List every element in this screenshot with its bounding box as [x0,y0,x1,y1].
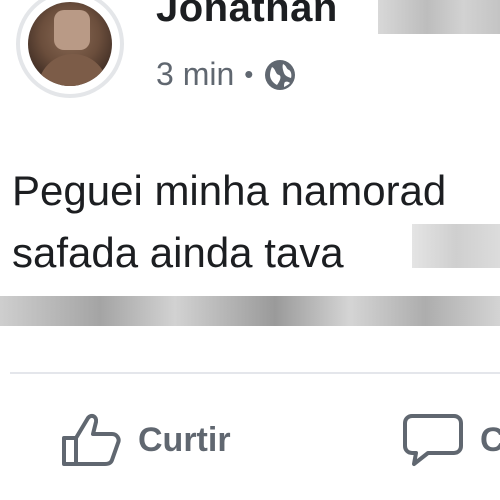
redacted-region [412,224,500,268]
avatar-shoulder [38,54,108,86]
avatar-photo [28,2,112,86]
avatar-face-blurred [54,10,90,50]
post-body: Peguei minha namorad safada ainda tava [12,160,446,284]
author-avatar[interactable] [16,0,124,98]
post-text-line-2: safada ainda tava [12,229,344,276]
redacted-region [378,0,500,34]
actions-divider [10,372,500,374]
comment-button[interactable]: C [402,412,500,468]
post-timestamp[interactable]: 3 min [156,56,234,93]
thumbs-up-icon [60,412,122,468]
post-text-line-1: Peguei minha namorad [12,167,447,214]
comment-bubble-icon [402,412,464,468]
meta-separator: • [244,59,254,89]
like-button[interactable]: Curtir [60,412,231,468]
post-meta: 3 min • [156,56,297,93]
redacted-text-line [0,296,500,326]
like-label: Curtir [138,420,231,459]
comment-label: C [480,420,500,459]
author-name[interactable]: Jonathan [156,0,338,31]
globe-icon[interactable] [263,58,297,92]
feed-post: Jonathan 3 min • Peguei minha namorad sa… [0,0,500,500]
